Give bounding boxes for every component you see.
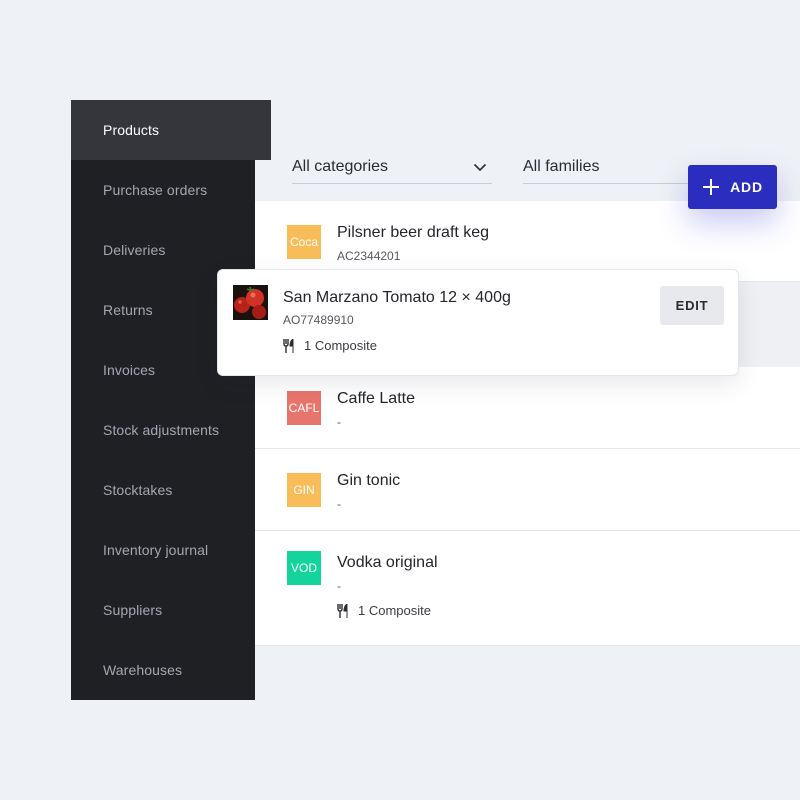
plus-icon <box>703 179 720 195</box>
product-code: AO77489910 <box>283 313 354 327</box>
selected-product-card[interactable]: San Marzano Tomato 12 × 400g AO77489910 … <box>217 269 739 376</box>
app-screen: Products Purchase orders Deliveries Retu… <box>0 0 800 800</box>
chevron-down-icon <box>473 163 487 171</box>
product-badge: VOD <box>287 551 321 585</box>
sidebar-item-label: Stocktakes <box>103 482 173 498</box>
product-code: - <box>337 415 341 429</box>
product-name: Vodka original <box>337 554 438 571</box>
composite-count: 1 Composite <box>358 603 431 618</box>
add-product-button[interactable]: ADD <box>688 165 777 209</box>
main-panel: All categories All families ADD Coca Pil… <box>255 140 800 646</box>
product-list: Coca Pilsner beer draft keg AC2344201 CA… <box>255 201 800 646</box>
product-name: Caffe Latte <box>337 390 415 407</box>
filter-bar: All categories All families ADD <box>255 140 800 209</box>
sidebar-item-suppliers[interactable]: Suppliers <box>71 580 255 640</box>
sidebar-item-label: Invoices <box>103 362 156 378</box>
sidebar-item-label: Purchase orders <box>103 182 208 198</box>
product-code: AC2344201 <box>337 249 401 263</box>
sidebar-item-label: Returns <box>103 302 153 318</box>
sidebar-item-label: Inventory journal <box>103 542 209 558</box>
category-select-value: All categories <box>292 157 389 175</box>
sidebar-item-stocktakes[interactable]: Stocktakes <box>71 460 255 520</box>
product-photo <box>233 285 268 320</box>
sidebar: Products Purchase orders Deliveries Retu… <box>71 100 271 700</box>
product-badge-text: VOD <box>290 561 317 575</box>
utensils-icon <box>337 603 348 618</box>
sidebar-item-label: Stock adjustments <box>103 422 220 438</box>
sidebar-item-inventory-journal[interactable]: Inventory journal <box>71 520 255 580</box>
table-row[interactable]: GIN Gin tonic - <box>255 449 800 531</box>
sidebar-item-label: Warehouses <box>103 662 183 678</box>
product-badge-text: Coca <box>289 235 318 249</box>
product-name: Gin tonic <box>337 472 401 489</box>
sidebar-item-label: Suppliers <box>103 602 163 618</box>
edit-button[interactable]: EDIT <box>660 286 724 325</box>
sidebar-item-stock-adjustments[interactable]: Stock adjustments <box>71 400 255 460</box>
product-badge-text: GIN <box>293 483 315 497</box>
table-row[interactable]: VOD Vodka original - 1 Composite <box>255 531 800 646</box>
product-badge: CAFL <box>287 391 321 425</box>
sidebar-item-label: Products <box>103 122 160 138</box>
sidebar-item-warehouses[interactable]: Warehouses <box>71 640 255 700</box>
sidebar-item-label: Deliveries <box>103 242 166 258</box>
product-name: Pilsner beer draft keg <box>337 224 490 241</box>
family-select[interactable]: All families <box>523 154 703 184</box>
family-select-value: All families <box>523 157 600 175</box>
product-name: San Marzano Tomato 12 × 400g <box>283 289 511 306</box>
product-badge: GIN <box>287 473 321 507</box>
composite-info: 1 Composite <box>337 603 431 618</box>
sidebar-item-purchase-orders[interactable]: Purchase orders <box>71 160 255 220</box>
product-badge-text: CAFL <box>288 401 320 415</box>
product-code: - <box>337 579 341 593</box>
composite-count: 1 Composite <box>304 338 377 353</box>
category-select[interactable]: All categories <box>292 154 492 184</box>
utensils-icon <box>283 338 294 353</box>
tomato-image <box>233 285 268 320</box>
table-row[interactable]: CAFL Caffe Latte - <box>255 367 800 449</box>
product-badge: Coca <box>287 225 321 259</box>
product-code: - <box>337 497 341 511</box>
add-button-label: ADD <box>730 179 763 195</box>
sidebar-item-products[interactable]: Products <box>71 100 271 160</box>
composite-info: 1 Composite <box>283 338 377 353</box>
